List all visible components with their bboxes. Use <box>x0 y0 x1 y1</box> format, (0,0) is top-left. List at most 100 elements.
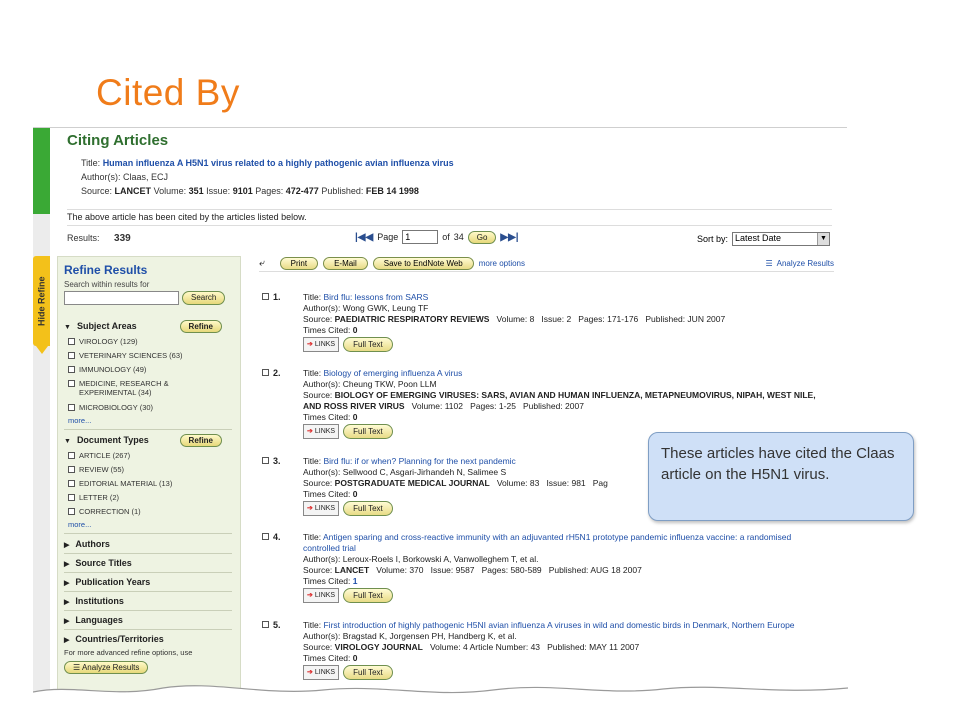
result-record: 1. Title: Bird flu: lessons from SARS Au… <box>262 292 823 352</box>
section-label: Authors <box>75 539 110 549</box>
results-toolbar: ⤶ Print E-Mail Save to EndNote Web more … <box>259 256 834 272</box>
doctype-item[interactable]: LETTER (2) <box>68 493 119 502</box>
record-title-link[interactable]: Bird flu: lessons from SARS <box>323 292 428 302</box>
record-title-link[interactable]: Antigen sparing and cross-reactive immun… <box>303 532 791 553</box>
pages-value: 472-477 <box>285 186 319 196</box>
institutions-section[interactable]: ▶ Institutions <box>64 596 124 606</box>
subject-item[interactable]: VIROLOGY (129) <box>68 337 138 346</box>
record-source: LANCET <box>334 565 370 575</box>
checkbox[interactable] <box>68 466 75 473</box>
search-within-input[interactable] <box>64 291 179 305</box>
checkbox[interactable] <box>262 533 269 540</box>
page-number-input[interactable] <box>402 230 439 244</box>
full-text-button[interactable]: Full Text <box>343 588 393 603</box>
record-number: 5. <box>262 620 281 631</box>
publication-years-section[interactable]: ▶ Publication Years <box>64 577 150 587</box>
full-text-button[interactable]: Full Text <box>343 337 393 352</box>
subject-item[interactable]: VETERINARY SCIENCES (63) <box>68 351 183 360</box>
checkbox[interactable] <box>68 404 75 411</box>
links-label: LINKS <box>314 428 336 435</box>
divider <box>64 553 232 554</box>
languages-section[interactable]: ▶ Languages <box>64 615 123 625</box>
source-article-title-link[interactable]: Human influenza A H5N1 virus related to … <box>103 158 454 168</box>
doctype-item[interactable]: CORRECTION (1) <box>68 507 141 516</box>
section-label: Publication Years <box>75 577 151 587</box>
checkbox[interactable] <box>68 380 75 387</box>
subjects-more-link[interactable]: more... <box>68 416 91 425</box>
authors-section[interactable]: ▶ Authors <box>64 539 110 549</box>
countries-section[interactable]: ▶ Countries/Territories <box>64 634 164 644</box>
authors-label: Author(s): <box>303 467 341 477</box>
document-types-section[interactable]: ▼ Document Types Refine <box>64 434 234 447</box>
print-button[interactable]: Print <box>279 257 319 270</box>
full-text-button[interactable]: Full Text <box>343 665 393 680</box>
record-index: 4. <box>273 532 281 542</box>
doctypes-more-link[interactable]: more... <box>68 520 91 529</box>
times-cited-label: Times Cited: <box>303 489 351 499</box>
subject-areas-section[interactable]: ▼ Subject Areas Refine <box>64 320 234 333</box>
checkbox[interactable] <box>68 480 75 487</box>
refine-doctypes-button[interactable]: Refine <box>179 434 222 447</box>
list-icon: ☰ <box>765 259 773 268</box>
refine-subjects-button[interactable]: Refine <box>179 320 222 333</box>
sort-by-select[interactable]: Latest Date ▼ <box>732 232 831 246</box>
checkbox[interactable] <box>68 366 75 373</box>
doctype-item[interactable]: REVIEW (55) <box>68 465 124 474</box>
links-button[interactable]: ➔ LINKS <box>303 424 340 439</box>
endnote-button[interactable]: Save to EndNote Web <box>372 257 474 270</box>
citing-articles-heading: Citing Articles <box>67 132 169 149</box>
email-button[interactable]: E-Mail <box>323 257 368 270</box>
sort-by: Sort by: Latest Date ▼ <box>697 232 831 246</box>
search-within-button[interactable]: Search <box>182 291 226 305</box>
links-button[interactable]: ➔ LINKS <box>303 665 340 680</box>
subject-item[interactable]: MEDICINE, RESEARCH & EXPERIMENTAL (34) <box>68 379 198 397</box>
source-label: Source: <box>303 565 333 575</box>
analyze-label: Analyze Results <box>776 259 834 268</box>
record-authors: Bragstad K, Jorgensen PH, Handberg K, et… <box>342 631 517 641</box>
links-button[interactable]: ➔ LINKS <box>303 501 340 516</box>
refine-results-panel: Refine Results Search within results for… <box>57 256 241 696</box>
source-titles-section[interactable]: ▶ Source Titles <box>64 558 132 568</box>
record-title-link[interactable]: Biology of emerging influenza A virus <box>323 368 462 378</box>
subject-item[interactable]: IMMUNOLOGY (49) <box>68 365 146 374</box>
full-text-button[interactable]: Full Text <box>343 501 393 516</box>
record-index: 2. <box>273 368 281 378</box>
next-page-icon[interactable]: ▶▶| <box>500 232 518 243</box>
checkbox[interactable] <box>68 452 75 459</box>
checkbox[interactable] <box>262 621 269 628</box>
divider <box>64 572 232 573</box>
record-details: Volume: 83 Issue: 981 Pag <box>496 478 608 488</box>
chevron-down-icon[interactable]: ▼ <box>817 233 830 245</box>
go-button[interactable]: Go <box>467 230 497 244</box>
analyze-results-link[interactable]: ☰ Analyze Results <box>765 259 834 268</box>
check-arrow-icon[interactable]: ⤶ <box>259 258 265 269</box>
times-cited-link[interactable]: 1 <box>353 576 358 586</box>
checkbox[interactable] <box>68 494 75 501</box>
analyze-results-button[interactable]: ☰ Analyze Results <box>64 661 149 674</box>
times-cited-value: 0 <box>352 325 358 335</box>
triangle-right-icon: ▶ <box>64 637 70 644</box>
checkbox[interactable] <box>262 369 269 376</box>
first-page-icon[interactable]: |◀◀ <box>355 232 373 243</box>
title-label: Title: <box>303 456 322 466</box>
checkbox[interactable] <box>262 457 269 464</box>
links-button[interactable]: ➔ LINKS <box>303 337 340 352</box>
more-options-link[interactable]: more options <box>479 259 525 268</box>
checkbox[interactable] <box>68 508 75 515</box>
checkbox[interactable] <box>68 338 75 345</box>
checkbox[interactable] <box>68 352 75 359</box>
hide-refine-tab[interactable]: Hide Refine <box>33 256 50 346</box>
divider <box>64 610 232 611</box>
source-info-line: Source: LANCET Volume: 351 Issue: 9101 P… <box>81 186 419 196</box>
subject-item[interactable]: MICROBIOLOGY (30) <box>68 403 153 412</box>
record-title-link[interactable]: First introduction of highly pathogenic … <box>323 620 794 630</box>
record-title-link[interactable]: Bird flu: if or when? Planning for the n… <box>323 456 515 466</box>
results-label: Results: <box>67 233 100 243</box>
refine-results-heading: Refine Results <box>64 263 148 277</box>
full-text-button[interactable]: Full Text <box>343 424 393 439</box>
source-label: Source: <box>303 314 333 324</box>
links-button[interactable]: ➔ LINKS <box>303 588 340 603</box>
checkbox[interactable] <box>262 293 269 300</box>
doctype-item[interactable]: EDITORIAL MATERIAL (13) <box>68 479 172 488</box>
doctype-item[interactable]: ARTICLE (267) <box>68 451 130 460</box>
